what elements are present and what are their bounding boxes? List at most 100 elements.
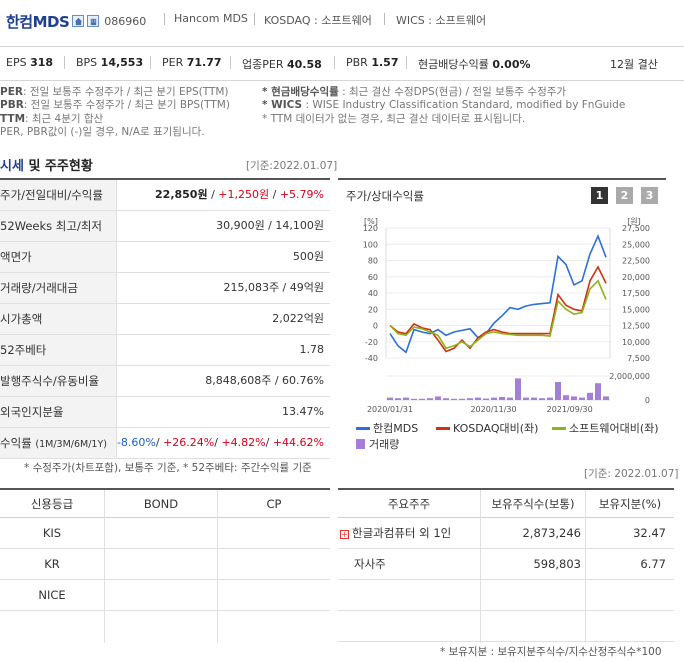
volume-bar [467,398,473,400]
divider [164,13,165,25]
wics-info: WICS : 소프트웨어 [396,14,487,27]
left-tick-label: -40 [365,354,378,363]
x-tick-label: 2020/01/31 [367,405,413,414]
volume-bar [475,397,481,400]
divider [230,56,231,69]
table-row: 수익률 (1M/3M/6M/1Y) -8.60%/ +26.24%/ +4.82… [0,428,330,459]
metric-per: PER 71.77 [162,56,222,69]
volume-bar [459,398,465,400]
legend-item: KOSDAQ대비(좌) [436,420,538,436]
table-row: 외국인지분율 13.47% [0,397,330,428]
col-header: 주요주주 [387,497,431,511]
holder-name[interactable]: + 한글과컴퓨터 외 1인 [340,518,451,548]
chart-tab-3[interactable]: 3 [641,187,658,204]
table-row [338,611,674,642]
volume-bar [547,397,553,400]
expand-icon[interactable]: + [340,530,349,539]
volume-bar [395,398,401,400]
series-line [389,279,607,350]
right-tick-label: 27,500 [622,224,650,233]
notes-right: * 현금배당수익률 : 최근 결산 수정DPS(현금) / 전일 보통주 수정주… [262,86,626,125]
basis-date-2: [기준: 2022.01.07] [584,468,679,480]
volume-bar [595,383,601,400]
volume-bar [491,397,497,400]
right-tick-label: 10,000 [622,338,650,347]
legend-swatch [436,426,450,430]
table-row: 시가총액 2,022억원 [0,304,330,335]
column-divider [217,490,218,643]
header-rule [0,80,684,81]
table-row: 자사주 598,803 6.77 [338,549,674,580]
col-header: 보유주식수(보통) [491,497,575,511]
volume-bar [587,392,593,400]
right-tick-label: 22,500 [622,257,650,266]
chart-panel: 주가/상대수익률 1 2 3 [%] [원] 120 27,500 100 25,000 8… [338,178,666,452]
holder-name: 자사주 [354,557,386,571]
metric-sector-per: 업종PER 40.58 [242,58,322,71]
market-info: KOSDAQ : 소프트웨어 [264,14,372,27]
chart-tab-2[interactable]: 2 [616,187,633,204]
volume-bar [531,397,537,400]
row-label: 거래량/거래대금 [0,273,117,303]
volume-bar [603,396,609,400]
volume-bar [507,397,513,400]
table-header: 신용등급 BOND CP [0,490,330,518]
series-line [389,233,607,354]
holder-pct: 32.47 [633,526,666,540]
building-icon[interactable] [87,15,100,27]
stock-code: 086960 [104,14,147,28]
agency-name: KR [44,557,60,571]
table-row [0,611,330,642]
table-row: 주가/전일대비/수익률 22,850원 / +1,250원 / +5.79% [0,180,330,211]
left-tick-label: 120 [363,224,378,233]
column-divider [104,490,105,643]
row-label: 외국인지분율 [0,397,117,427]
volume-tick-label: 2,000,000 [609,372,650,381]
volume-bar [563,395,569,400]
volume-bar [515,378,521,400]
notes-left: PER: 전일 보통주 수정주가 / 최근 분기 EPS(TTM) PBR: 전… [0,86,230,138]
row-label: 주가/전일대비/수익률 [0,180,117,210]
chart-tab-1[interactable]: 1 [591,187,608,204]
table-row: 액면가 500원 [0,242,330,273]
metric-eps: EPS 318 [6,56,54,69]
row-label: 발행주식수/유동비율 [0,366,117,396]
volume-bar [539,398,545,400]
volume-bar [411,398,417,400]
row-value: -8.60%/ +26.24%/ +4.82%/ +44.62% [116,436,324,449]
left-tick-label: 60 [368,273,378,282]
fiscal-month: 12월 결산 [610,58,658,71]
volume-tick-label: 0 [645,396,650,405]
left-tick-label: -20 [365,338,378,347]
holder-shares: 598,803 [533,557,581,571]
volume-bar [571,396,577,400]
col-header: BOND [143,497,179,511]
x-tick-label: 2021/09/30 [547,405,593,414]
agency-name: NICE [38,588,66,602]
table-row[interactable]: + 한글과컴퓨터 외 1인 2,873,246 32.47 [338,518,674,549]
row-label: 수익률 (1M/3M/6M/1Y) [0,428,117,458]
home-icon[interactable] [72,15,85,27]
holders-table: 주요주주 보유주식수(보통) 보유지분(%) + 한글과컴퓨터 외 1인 2,87… [338,488,674,643]
right-tick-label: 12,500 [622,322,650,331]
row-value: 1.78 [299,343,325,356]
legend-swatch [356,439,365,449]
volume-bar [579,397,585,400]
volume-bar [499,397,505,400]
quote-footnote: * 수정주가(차트포함), 보통주 기준, * 52주베타: 주간수익률 기준 [24,462,312,474]
volume-bar [555,382,561,400]
right-tick-label: 7,500 [627,354,650,363]
right-tick-label: 17,500 [622,289,650,298]
holders-footnote: * 보유지분 : 보유지분주식수/지수산정주식수*100 [440,646,662,658]
section-title: 시세 및 주주현황 [0,159,93,174]
volume-bar [419,398,425,400]
volume-bar [523,397,529,400]
company-name[interactable]: 한컴MDS [6,11,70,32]
row-label: 52주베타 [0,335,117,365]
table-header: 주요주주 보유주식수(보통) 보유지분(%) [338,490,674,518]
col-header: 신용등급 [30,497,74,511]
x-tick-label: 2020/11/30 [470,405,516,414]
metric-dividend-yield: 현금배당수익률 0.00% [418,58,531,71]
chart-title: 주가/상대수익률 [346,189,424,203]
divider [334,56,335,69]
